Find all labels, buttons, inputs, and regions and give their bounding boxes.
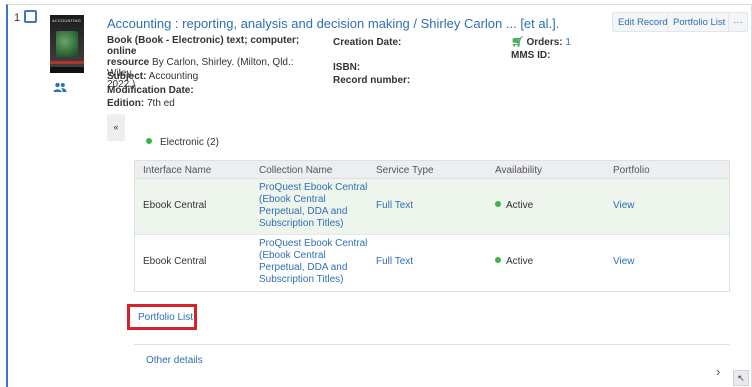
header-collection-name: Collection Name [259, 165, 333, 176]
format-label: Book (Book - Electronic) text; computer;… [107, 35, 300, 57]
other-details-link[interactable]: Other details [146, 355, 203, 366]
record-title-link[interactable]: Accounting : reporting, analysis and dec… [107, 16, 559, 31]
orders-count-link[interactable]: 1 [565, 37, 571, 48]
portfolio-list-link-highlighted[interactable]: Portfolio List [127, 304, 197, 330]
orders-label: Orders: [526, 37, 563, 48]
service-type-link[interactable]: Full Text [376, 256, 413, 267]
edit-record-button[interactable]: Edit Record [612, 12, 674, 32]
section-divider [134, 344, 730, 345]
header-portfolio: Portfolio [613, 165, 650, 176]
edition-field: Edition: 7th ed [107, 98, 175, 109]
more-actions-button[interactable]: ··· [728, 12, 748, 32]
portfolio-list-link-label: Portfolio List [138, 312, 194, 323]
book-cover-thumbnail[interactable]: ACCOUNTING [50, 15, 84, 73]
table-row[interactable]: Ebook Central ProQuest Ebook Central (Eb… [135, 179, 729, 235]
availability-cell: Active [495, 200, 533, 211]
electronic-status-dot [146, 138, 152, 144]
active-status-dot [495, 201, 501, 207]
isbn-label: ISBN: [333, 62, 361, 73]
orders-field: 🛒︎ Orders: 1 [511, 37, 571, 48]
table-header: Interface Name Collection Name Service T… [135, 161, 729, 179]
collapse-button[interactable]: « [107, 114, 125, 141]
availability-text: Active [506, 200, 534, 211]
creation-date-label: Creation Date: [333, 37, 402, 48]
record-number-label: Record number: [333, 75, 411, 86]
mms-id-label: MMS ID: [511, 50, 551, 61]
view-portfolio-link[interactable]: View [613, 256, 635, 267]
header-availability: Availability [495, 165, 543, 176]
interface-name-cell: Ebook Central [143, 256, 207, 267]
users-icon[interactable] [53, 82, 67, 92]
service-type-link[interactable]: Full Text [376, 200, 413, 211]
header-interface-name: Interface Name [143, 165, 212, 176]
electronic-label: Electronic (2) [160, 137, 219, 148]
subject-value: Accounting [146, 71, 199, 82]
edition-label: Edition: [107, 98, 145, 109]
modification-date-label: Modification Date: [107, 85, 194, 96]
view-portfolio-link[interactable]: View [613, 200, 635, 211]
scroll-corner-arrow-icon[interactable]: ↖ [733, 370, 749, 386]
cover-artwork [56, 31, 78, 57]
table-row[interactable]: Ebook Central ProQuest Ebook Central (Eb… [135, 235, 729, 291]
cover-title: ACCOUNTING [52, 18, 81, 23]
availability-text: Active [506, 256, 534, 267]
portfolio-table: Interface Name Collection Name Service T… [134, 160, 730, 292]
record-index: 1 [14, 12, 21, 24]
chevron-right-icon[interactable]: › [716, 364, 720, 379]
subject-label: Subject: [107, 71, 147, 82]
interface-name-cell: Ebook Central [143, 200, 207, 211]
portfolio-list-button[interactable]: Portfolio List [667, 12, 732, 32]
electronic-inventory-header: Electronic (2) [146, 137, 219, 148]
cart-icon: 🛒︎ [511, 37, 524, 48]
edition-value: 7th ed [144, 98, 175, 109]
cover-stripe [50, 61, 84, 64]
modification-date-field: Modification Date: [107, 85, 194, 96]
active-status-dot [495, 257, 501, 263]
availability-cell: Active [495, 256, 533, 267]
format-label-cont: resource [107, 57, 150, 68]
cover-footer [50, 67, 84, 73]
collection-name-link[interactable]: ProQuest Ebook Central (Ebook Central Pe… [259, 238, 371, 286]
collection-name-link[interactable]: ProQuest Ebook Central (Ebook Central Pe… [259, 182, 371, 230]
subject-field: Subject: Accounting [107, 71, 198, 82]
record-checkbox[interactable] [24, 10, 37, 23]
header-service-type: Service Type [376, 165, 434, 176]
